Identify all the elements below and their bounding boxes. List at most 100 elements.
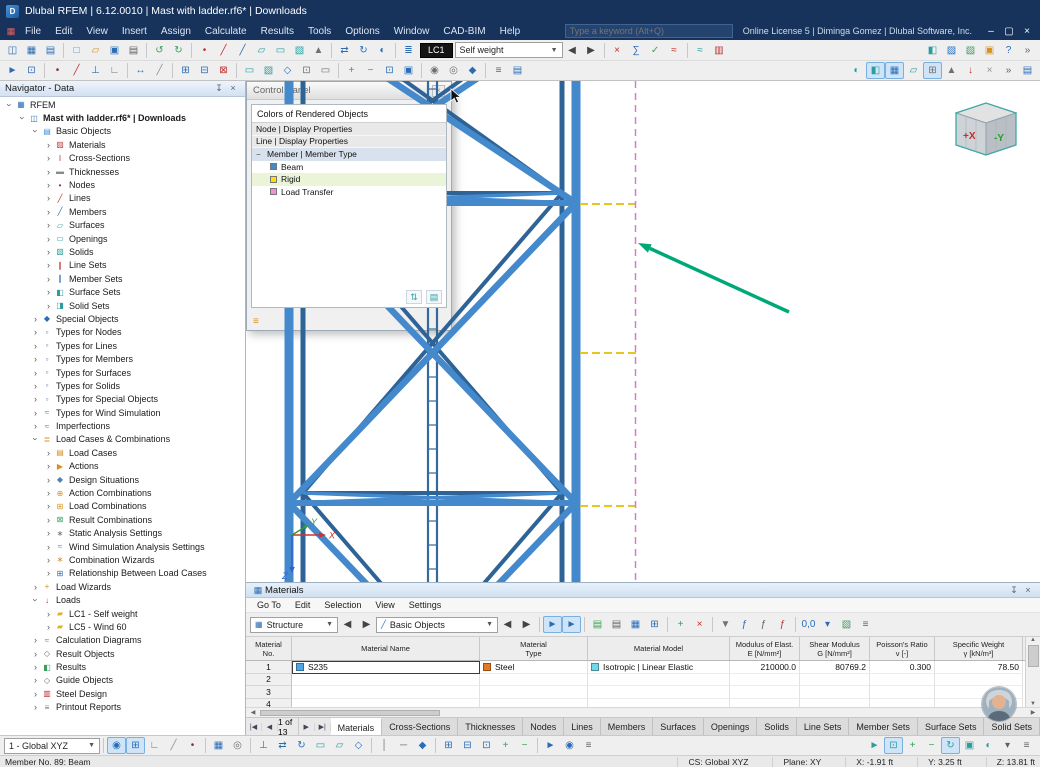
next-table-page-button[interactable]: ▶ <box>299 723 315 731</box>
tab-thicknesses[interactable]: Thicknesses <box>458 718 523 736</box>
app-menu-icon[interactable]: ▦ <box>4 26 18 37</box>
menu-view[interactable]: View <box>79 25 115 38</box>
new-model-icon[interactable]: □ <box>67 42 86 59</box>
expander-icon[interactable]: › <box>43 461 54 471</box>
vertical-guide-icon[interactable]: │ <box>375 737 394 754</box>
tree-item-wind-simulation-analysis-settings[interactable]: ›≈Wind Simulation Analysis Settings <box>0 540 245 553</box>
expander-icon[interactable]: › <box>30 381 41 391</box>
expander-icon[interactable]: › <box>43 153 54 163</box>
tree-item-lines[interactable]: ›╱Lines <box>0 192 245 205</box>
tree-item-steel-design[interactable]: ›▥Steel Design <box>0 687 245 700</box>
expander-icon[interactable]: › <box>30 354 41 364</box>
expander-icon[interactable]: › <box>18 113 28 124</box>
new-member-icon[interactable]: ╱ <box>233 42 252 59</box>
expander-icon[interactable]: › <box>30 675 41 685</box>
function-delete-icon[interactable]: ƒ <box>773 616 792 633</box>
select-mode-icon[interactable]: ► <box>865 737 884 754</box>
zoom-in-icon[interactable]: + <box>342 62 361 79</box>
dimension-icon[interactable]: ↔ <box>131 62 150 79</box>
tree-item-nodes[interactable]: ›•Nodes <box>0 178 245 191</box>
plane-xz-icon[interactable]: ⊡ <box>477 737 496 754</box>
col-header-specific-weight[interactable]: Specific Weightγ [kN/m³] <box>935 637 1023 660</box>
tree-item-thicknesses[interactable]: ›▬Thicknesses <box>0 165 245 178</box>
tree-item-result-combinations[interactable]: ›⊠Result Combinations <box>0 513 245 526</box>
extrude-icon[interactable]: ▭ <box>240 62 259 79</box>
pick-mode-icon[interactable]: ► <box>541 737 560 754</box>
tree-item-rfem[interactable]: ›▦RFEM <box>0 98 245 111</box>
orbit-mode-icon[interactable]: ↻ <box>941 737 960 754</box>
tree-item-members[interactable]: ›╱Members <box>0 205 245 218</box>
hide-all-icon[interactable]: × <box>980 62 999 79</box>
open-model-icon[interactable]: ▱ <box>86 42 105 59</box>
work-plane-icon[interactable]: ◆ <box>463 62 482 79</box>
tree-item-load-wizards[interactable]: ›+Load Wizards <box>0 580 245 593</box>
scroll-thumb[interactable] <box>1028 645 1039 667</box>
snap-parallel-icon[interactable]: ⇄ <box>273 737 292 754</box>
materials-menu-view[interactable]: View <box>368 600 401 610</box>
zoom-all-icon[interactable]: ▣ <box>399 62 418 79</box>
expander-icon[interactable]: › <box>43 180 54 190</box>
control-panel-window[interactable]: Control Panel × Colors of Rendered Objec… <box>246 81 452 331</box>
tree-item-combination-wizards[interactable]: ›∗Combination Wizards <box>0 553 245 566</box>
expander-icon[interactable]: › <box>43 140 54 150</box>
materials-panel-header[interactable]: ▦ Materials ↧× <box>246 583 1040 598</box>
expander-icon[interactable]: › <box>43 515 54 525</box>
expander-icon[interactable]: › <box>30 635 41 645</box>
calculation-check-icon[interactable]: ✓ <box>646 42 665 59</box>
panels-toggle-icon[interactable]: ▤ <box>41 42 60 59</box>
previous-category-icon[interactable]: ◀ <box>338 616 357 633</box>
expander-icon[interactable]: › <box>43 274 54 284</box>
next-load-case-icon[interactable]: ▶ <box>582 42 601 59</box>
tree-item-actions[interactable]: ›▶Actions <box>0 460 245 473</box>
table-row[interactable]: 1S235SteelIsotropic | Linear Elastic2100… <box>246 661 1025 674</box>
expander-icon[interactable]: › <box>43 247 54 257</box>
col-header-shear-modulus[interactable]: Shear ModulusG [N/mm²] <box>800 637 870 660</box>
move-copy-icon[interactable]: ⇄ <box>335 42 354 59</box>
load-cases-list-icon[interactable]: ≣ <box>399 42 418 59</box>
guideline-icon[interactable]: ╱ <box>150 62 169 79</box>
minimize-icon[interactable]: – <box>982 24 1000 38</box>
expander-icon[interactable]: › <box>43 528 54 538</box>
isometric-view-icon[interactable]: ◇ <box>278 62 297 79</box>
tree-item-guide-objects[interactable]: ›◇Guide Objects <box>0 674 245 687</box>
rotate-icon[interactable]: ↻ <box>354 42 373 59</box>
save-model-icon[interactable]: ▣ <box>105 42 124 59</box>
snap-node-icon[interactable]: • <box>48 62 67 79</box>
center-snap-icon[interactable]: ◉ <box>560 737 579 754</box>
show-results-icon[interactable]: ≈ <box>665 42 684 59</box>
expander-icon[interactable]: › <box>43 622 54 632</box>
col-header-material-model[interactable]: Material Model <box>588 637 730 660</box>
menu-tools[interactable]: Tools <box>301 25 338 38</box>
menu-results[interactable]: Results <box>254 25 301 38</box>
expander-icon[interactable]: › <box>31 595 41 606</box>
expander-icon[interactable]: › <box>43 555 54 565</box>
tab-materials[interactable]: Materials <box>331 718 383 736</box>
snap-diagonal-icon[interactable]: ◇ <box>349 737 368 754</box>
maximize-icon[interactable]: ▢ <box>1000 24 1018 38</box>
expander-icon[interactable]: › <box>30 689 41 699</box>
expander-icon[interactable]: › <box>30 702 41 712</box>
tree-item-design-situations[interactable]: ›◆Design Situations <box>0 473 245 486</box>
previous-load-case-icon[interactable]: ◀ <box>563 42 582 59</box>
menu-help[interactable]: Help <box>493 25 528 38</box>
new-solid-icon[interactable]: ▧ <box>290 42 309 59</box>
table-row[interactable]: 3 <box>246 686 1025 699</box>
pin-table-icon[interactable]: ↧ <box>1007 585 1021 596</box>
select-arrow-icon[interactable]: ► <box>3 62 22 79</box>
expander-icon[interactable]: › <box>30 582 41 592</box>
expander-icon[interactable]: › <box>43 488 54 498</box>
calculate-all-icon[interactable]: ∑ <box>627 42 646 59</box>
legend-row-load-transfer[interactable]: Load Transfer <box>252 186 446 199</box>
expander-icon[interactable]: › <box>43 207 54 217</box>
table-settings-icon[interactable]: ▦ <box>626 616 645 633</box>
snap-perpendicular-icon[interactable]: ⊥ <box>254 737 273 754</box>
tree-item-imperfections[interactable]: ›≈Imperfections <box>0 419 245 432</box>
last-panel-icon[interactable]: ▤ <box>1018 62 1037 79</box>
materials-menu-edit[interactable]: Edit <box>288 600 318 610</box>
scroll-right-icon[interactable]: ▶ <box>1026 709 1040 716</box>
expander-icon[interactable]: › <box>30 341 41 351</box>
tree-item-surface-sets[interactable]: ›◧Surface Sets <box>0 285 245 298</box>
tree-item-solid-sets[interactable]: ›◨Solid Sets <box>0 299 245 312</box>
expander-icon[interactable]: › <box>5 99 15 110</box>
apply-colors-icon[interactable]: ⇅ <box>406 290 422 304</box>
